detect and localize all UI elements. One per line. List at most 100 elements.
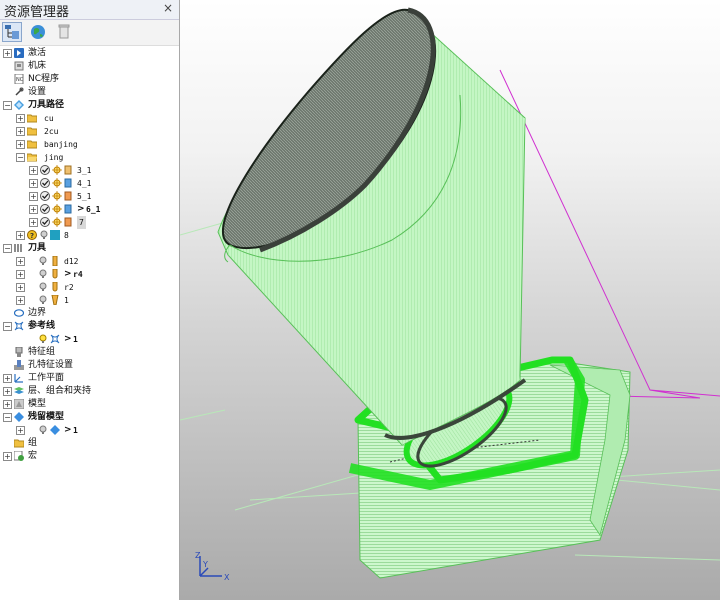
collapse-icon[interactable]: − (3, 101, 12, 110)
ball-mill-icon (52, 269, 58, 279)
tree-label: cu (44, 114, 54, 123)
tree-item-reference-curve[interactable]: > 1 (0, 333, 179, 346)
tree-view-icon[interactable] (2, 22, 22, 42)
nc-program-icon: NC (14, 74, 24, 84)
tree-item-folder-jing[interactable]: − jing (0, 151, 179, 164)
tree-item-toolpath[interactable]: + 3_1 (0, 164, 179, 177)
model-icon (14, 399, 24, 409)
tree-item-toolpath[interactable]: + 5_1 (0, 190, 179, 203)
toolpath-block-icon (50, 230, 60, 240)
tree-item-toolpaths[interactable]: − 刀具路径 (0, 99, 179, 112)
explorer-toolbar (0, 20, 179, 46)
toolpath-scene (180, 7, 720, 579)
feature-group-icon (15, 347, 23, 357)
tree-item-stock-models[interactable]: − 残留模型 (0, 411, 179, 424)
tree-label: 特征组 (28, 347, 56, 357)
tree-label: 2cu (44, 127, 59, 136)
tree-item-toolpath[interactable]: + 7 (0, 216, 179, 229)
bulb-icon (40, 230, 48, 239)
tree-label: 边界 (28, 308, 47, 318)
tree-item-workplanes[interactable]: + 工作平面 (0, 372, 179, 385)
expand-icon[interactable]: + (3, 387, 12, 396)
trash-icon[interactable] (54, 22, 74, 42)
hole-feature-icon (14, 360, 24, 370)
check-circle-icon (40, 178, 50, 188)
expand-icon[interactable]: + (29, 179, 38, 188)
tree-item-macros[interactable]: + 宏 (0, 450, 179, 463)
tree-item-layers[interactable]: + 层、组合和夹持 (0, 385, 179, 398)
tree-item-reference-curves[interactable]: − 参考线 (0, 320, 179, 333)
tree-item-tools[interactable]: − 刀具 (0, 242, 179, 255)
tree-item-machine[interactable]: 机床 (0, 60, 179, 73)
tree-label: 刀具 (28, 243, 47, 253)
tree-label: 1 (64, 296, 69, 305)
globe-icon[interactable] (28, 22, 48, 42)
tree-label: 模型 (28, 399, 47, 409)
tree-label: 1 (73, 426, 78, 435)
expand-icon[interactable]: + (3, 452, 12, 461)
expand-icon[interactable]: + (16, 127, 25, 136)
tree-item-tool[interactable]: + r2 (0, 281, 179, 294)
expand-icon[interactable]: + (16, 270, 25, 279)
tree-item-toolpath-8[interactable]: + ? 8 (0, 229, 179, 242)
tree-item-feature-groups[interactable]: 特征组 (0, 346, 179, 359)
tree-item-nc-program[interactable]: NC NC程序 (0, 73, 179, 86)
strategy-icon (52, 191, 62, 201)
tree-item-activate[interactable]: + 激活 (0, 47, 179, 60)
folder-open-icon (27, 153, 37, 162)
tool-state-icon (64, 217, 72, 227)
expand-icon[interactable]: + (16, 114, 25, 123)
tree-label: 4_1 (77, 179, 92, 188)
reference-curve-icon (14, 321, 24, 331)
expand-icon[interactable]: + (3, 374, 12, 383)
tree-label: 5_1 (77, 192, 92, 201)
tree-label: 残留模型 (28, 412, 65, 422)
expand-icon[interactable]: + (29, 218, 38, 227)
expand-icon[interactable]: + (29, 166, 38, 175)
tree-item-boundary[interactable]: 边界 (0, 307, 179, 320)
expand-icon[interactable]: + (16, 257, 25, 266)
active-marker: > (64, 269, 72, 279)
tools-icon (14, 244, 22, 252)
expand-icon[interactable]: + (16, 283, 25, 292)
bulb-icon (39, 256, 47, 265)
tree-item-models[interactable]: + 模型 (0, 398, 179, 411)
tree-label: 宏 (28, 451, 38, 461)
expand-icon[interactable]: + (3, 400, 12, 409)
expand-icon[interactable]: + (3, 49, 12, 58)
active-marker: > (64, 425, 72, 435)
collapse-icon[interactable]: − (3, 413, 12, 422)
tree-item-toolpath-active[interactable]: + > 6_1 (0, 203, 179, 216)
tree-label: 6_1 (86, 205, 101, 214)
tree-label: 激活 (28, 48, 47, 58)
tree-item-stock-model[interactable]: + > 1 (0, 424, 179, 437)
tree-label: 设置 (28, 87, 47, 97)
expand-icon[interactable]: + (16, 426, 25, 435)
expand-icon[interactable]: + (16, 296, 25, 305)
collapse-icon[interactable]: − (16, 153, 25, 162)
axis-x-label: X (224, 573, 230, 582)
tree-item-settings[interactable]: 设置 (0, 86, 179, 99)
expand-icon[interactable]: + (29, 205, 38, 214)
tree-item-toolpath[interactable]: + 4_1 (0, 177, 179, 190)
toolpaths-icon (14, 100, 24, 110)
tree-item-folder-cu[interactable]: + cu (0, 112, 179, 125)
expand-icon[interactable]: + (16, 231, 25, 240)
tree-item-groups[interactable]: 组 (0, 437, 179, 450)
tree-item-folder-2cu[interactable]: + 2cu (0, 125, 179, 138)
close-icon[interactable]: × (163, 1, 173, 15)
expand-icon[interactable]: + (16, 140, 25, 149)
active-marker: > (64, 334, 72, 344)
activate-icon (14, 48, 24, 58)
collapse-icon[interactable]: − (3, 322, 12, 331)
collapse-icon[interactable]: − (3, 244, 12, 253)
graphics-viewport[interactable]: Z Y X (180, 0, 720, 600)
tree-item-tool[interactable]: + d12 (0, 255, 179, 268)
tree-item-tool-active[interactable]: + > r4 (0, 268, 179, 281)
tree-item-hole-feature-settings[interactable]: 孔特征设置 (0, 359, 179, 372)
expand-icon[interactable]: + (29, 192, 38, 201)
tree-item-tool[interactable]: + 1 (0, 294, 179, 307)
tree-item-folder-banjing[interactable]: + banjing (0, 138, 179, 151)
svg-text:?: ? (30, 232, 34, 240)
tree-label: 工作平面 (28, 373, 65, 383)
